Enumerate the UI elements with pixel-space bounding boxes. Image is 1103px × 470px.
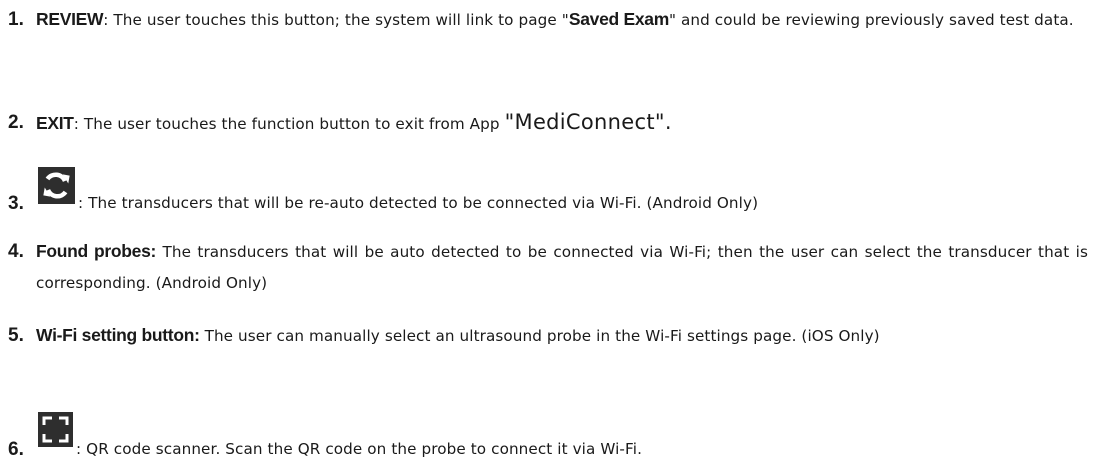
- item-text: : The user touches the function button t…: [73, 115, 505, 133]
- item-number: 5.: [8, 325, 24, 346]
- item-text: The transducers that will be auto detect…: [36, 243, 1088, 292]
- qr-scan-icon: [38, 412, 73, 447]
- item-number: 3.: [8, 193, 24, 214]
- item-number: 2.: [8, 112, 24, 133]
- item-number: 4.: [8, 241, 24, 262]
- item-keyword: REVIEW: [36, 9, 104, 29]
- item-description: Found probes: The transducers that will …: [36, 236, 1088, 299]
- item-number: 1.: [8, 9, 24, 30]
- item-keyword: EXIT: [36, 113, 74, 133]
- item-description: REVIEW: The user touches this button; th…: [36, 4, 1088, 36]
- item-highlight: "MediConnect".: [504, 110, 672, 134]
- item-text: The user can manually select an ultrasou…: [199, 327, 880, 345]
- item-description: EXIT: The user touches the function butt…: [36, 107, 1088, 140]
- item-number: 6.: [8, 439, 24, 460]
- item-text: " and could be reviewing previously save…: [668, 11, 1074, 29]
- item-keyword: Found probes:: [36, 241, 157, 261]
- item-description: : The transducers that will be re-auto d…: [78, 194, 759, 212]
- refresh-icon: [38, 167, 75, 204]
- item-keyword: Wi-Fi setting button:: [36, 325, 200, 345]
- item-text: : The user touches this button; the syst…: [103, 11, 569, 29]
- item-description: : QR code scanner. Scan the QR code on t…: [76, 440, 642, 458]
- item-highlight: Saved Exam: [568, 9, 669, 29]
- item-description: Wi-Fi setting button: The user can manua…: [36, 320, 1088, 352]
